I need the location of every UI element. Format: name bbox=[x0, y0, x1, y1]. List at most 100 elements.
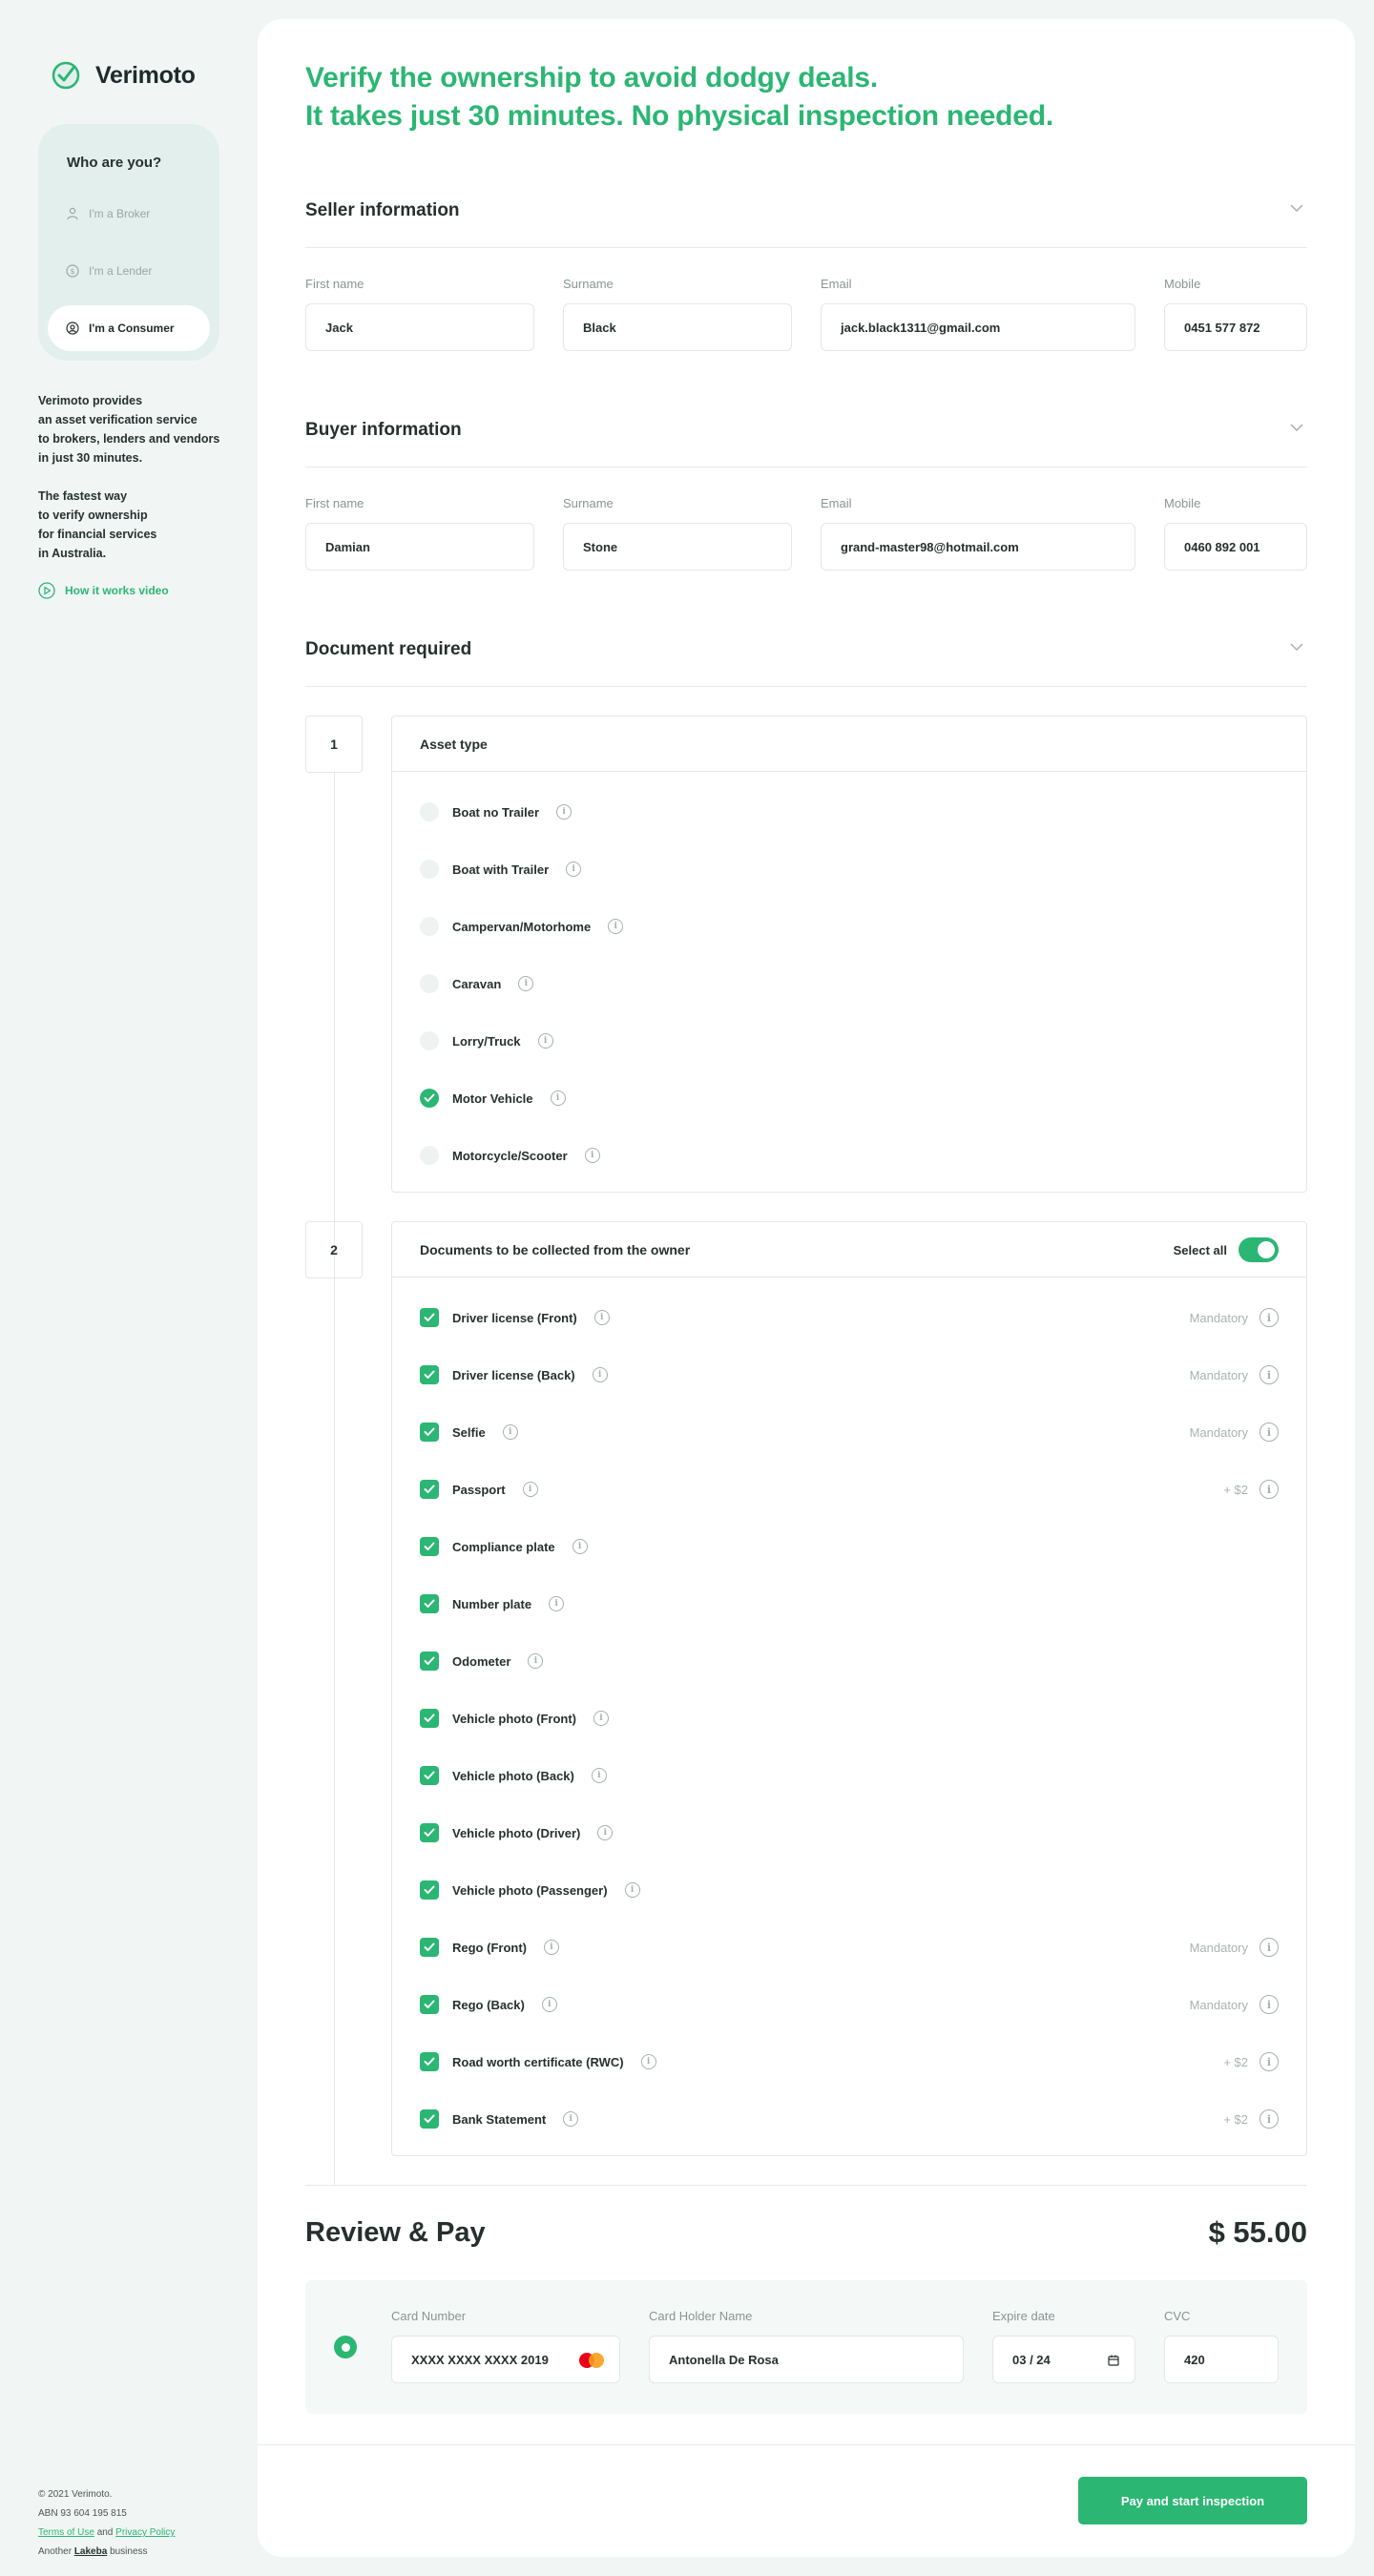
role-broker[interactable]: I'm a Broker bbox=[48, 191, 210, 237]
how-it-works-link[interactable]: How it works video bbox=[38, 582, 169, 599]
info-icon[interactable]: i bbox=[591, 1768, 607, 1783]
seller-surname-input[interactable]: Black bbox=[563, 303, 792, 351]
buyer-surname-input[interactable]: Stone bbox=[563, 523, 792, 571]
document-checkbox[interactable] bbox=[420, 1308, 439, 1327]
document-checkbox[interactable] bbox=[420, 1537, 439, 1556]
parent-brand[interactable]: Lakeba bbox=[74, 2546, 107, 2557]
info-icon[interactable]: i bbox=[502, 1424, 518, 1440]
document-checkbox[interactable] bbox=[420, 1823, 439, 1842]
document-checkbox[interactable] bbox=[420, 1423, 439, 1442]
document-checkbox[interactable] bbox=[420, 1938, 439, 1957]
info-icon[interactable]: i bbox=[550, 1091, 566, 1106]
info-icon[interactable]: i bbox=[1260, 1938, 1279, 1957]
document-item[interactable]: Selfie i bbox=[420, 1421, 518, 1444]
document-item[interactable]: Passport i bbox=[420, 1478, 538, 1501]
document-item[interactable]: Vehicle photo (Back) i bbox=[420, 1764, 607, 1787]
info-icon[interactable]: i bbox=[541, 1997, 557, 2012]
document-checkbox[interactable] bbox=[420, 1995, 439, 2014]
document-checkbox[interactable] bbox=[420, 1652, 439, 1671]
info-icon[interactable]: i bbox=[1260, 1480, 1279, 1499]
info-icon[interactable]: i bbox=[522, 1482, 538, 1497]
asset-option[interactable]: Boat no Trailer i bbox=[420, 800, 572, 823]
document-item[interactable]: Driver license (Back) i bbox=[420, 1363, 608, 1386]
asset-radio[interactable] bbox=[420, 860, 439, 879]
document-checkbox[interactable] bbox=[420, 1480, 439, 1499]
role-lender[interactable]: $ I'm a Lender bbox=[48, 248, 210, 294]
asset-radio[interactable] bbox=[420, 974, 439, 993]
terms-link[interactable]: Terms of Use bbox=[38, 2527, 94, 2538]
document-checkbox[interactable] bbox=[420, 1365, 439, 1384]
document-item[interactable]: Driver license (Front) i bbox=[420, 1306, 610, 1329]
document-item[interactable]: Bank Statement i bbox=[420, 2108, 579, 2130]
info-icon[interactable]: i bbox=[556, 804, 572, 820]
document-item[interactable]: Vehicle photo (Passenger) i bbox=[420, 1879, 640, 1901]
asset-option[interactable]: Campervan/Motorhome i bbox=[420, 915, 624, 938]
asset-radio[interactable] bbox=[420, 917, 439, 936]
asset-option[interactable]: Boat with Trailer i bbox=[420, 858, 582, 881]
documents-section-header[interactable]: Document required bbox=[305, 611, 1307, 687]
document-item[interactable]: Number plate i bbox=[420, 1592, 565, 1615]
card-radio[interactable] bbox=[334, 2336, 357, 2358]
buyer-mobile-input[interactable]: 0460 892 001 bbox=[1164, 523, 1307, 571]
document-item[interactable]: Vehicle photo (Driver) i bbox=[420, 1821, 614, 1844]
info-icon[interactable]: i bbox=[537, 1033, 553, 1049]
asset-option[interactable]: Motorcycle/Scooter i bbox=[420, 1144, 600, 1167]
info-icon[interactable]: i bbox=[563, 2111, 579, 2127]
document-item[interactable]: Vehicle photo (Front) i bbox=[420, 1707, 609, 1730]
asset-option[interactable]: Lorry/Truck i bbox=[420, 1029, 553, 1052]
info-icon[interactable]: i bbox=[593, 1711, 609, 1726]
info-icon[interactable]: i bbox=[1260, 1995, 1279, 2014]
document-item[interactable]: Road worth certificate (RWC) i bbox=[420, 2050, 656, 2073]
seller-section-header[interactable]: Seller information bbox=[305, 172, 1307, 248]
info-icon[interactable]: i bbox=[1260, 1423, 1279, 1442]
expiry-input[interactable]: 03 / 24 bbox=[992, 2336, 1135, 2383]
buyer-section-header[interactable]: Buyer information bbox=[305, 391, 1307, 467]
info-icon[interactable]: i bbox=[1260, 2109, 1279, 2129]
card-number-input[interactable]: XXXX XXXX XXXX 2019 bbox=[391, 2336, 620, 2383]
info-icon[interactable]: i bbox=[572, 1539, 588, 1554]
seller-first-name-input[interactable]: Jack bbox=[305, 303, 534, 351]
document-checkbox[interactable] bbox=[420, 1880, 439, 1900]
asset-radio[interactable] bbox=[420, 1146, 439, 1165]
info-icon[interactable]: i bbox=[592, 1367, 608, 1382]
document-checkbox[interactable] bbox=[420, 1594, 439, 1613]
document-checkbox[interactable] bbox=[420, 1766, 439, 1785]
document-checkbox[interactable] bbox=[420, 2109, 439, 2129]
buyer-email-input[interactable]: grand-master98@hotmail.com bbox=[821, 523, 1135, 571]
document-item[interactable]: Odometer i bbox=[420, 1650, 544, 1672]
card-holder-input[interactable]: Antonella De Rosa bbox=[649, 2336, 964, 2383]
info-icon[interactable]: i bbox=[1260, 1365, 1279, 1384]
document-item[interactable]: Compliance plate i bbox=[420, 1535, 588, 1558]
seller-email-input[interactable]: jack.black1311@gmail.com bbox=[821, 303, 1135, 351]
info-icon[interactable]: i bbox=[566, 862, 582, 877]
document-item[interactable]: Rego (Front) i bbox=[420, 1936, 559, 1959]
info-icon[interactable]: i bbox=[608, 919, 624, 934]
document-checkbox[interactable] bbox=[420, 1709, 439, 1728]
document-item[interactable]: Rego (Back) i bbox=[420, 1993, 557, 2016]
info-icon[interactable]: i bbox=[593, 1310, 610, 1325]
asset-radio[interactable] bbox=[420, 1031, 439, 1050]
info-icon[interactable]: i bbox=[624, 1882, 640, 1898]
info-icon[interactable]: i bbox=[640, 2054, 656, 2069]
info-icon[interactable]: i bbox=[528, 1653, 544, 1669]
document-checkbox[interactable] bbox=[420, 2052, 439, 2071]
logo[interactable]: Verimoto bbox=[50, 59, 196, 92]
select-all-toggle[interactable] bbox=[1239, 1237, 1279, 1262]
info-icon[interactable]: i bbox=[549, 1596, 565, 1611]
seller-mobile-input[interactable]: 0451 577 872 bbox=[1164, 303, 1307, 351]
info-icon[interactable]: i bbox=[518, 976, 534, 991]
info-icon[interactable]: i bbox=[597, 1825, 614, 1840]
select-all[interactable]: Select all bbox=[1174, 1237, 1279, 1262]
asset-option[interactable]: Caravan i bbox=[420, 972, 534, 995]
info-icon[interactable]: i bbox=[1260, 1308, 1279, 1327]
pay-button[interactable]: Pay and start inspection bbox=[1078, 2477, 1307, 2524]
info-icon[interactable]: i bbox=[543, 1940, 559, 1955]
privacy-link[interactable]: Privacy Policy bbox=[115, 2527, 175, 2538]
cvc-input[interactable]: 420 bbox=[1164, 2336, 1279, 2383]
info-icon[interactable]: i bbox=[584, 1148, 600, 1163]
info-icon[interactable]: i bbox=[1260, 2052, 1279, 2071]
asset-option[interactable]: Motor Vehicle i bbox=[420, 1087, 566, 1110]
role-consumer[interactable]: I'm a Consumer bbox=[48, 305, 210, 351]
asset-radio[interactable] bbox=[420, 802, 439, 821]
buyer-first-name-input[interactable]: Damian bbox=[305, 523, 534, 571]
